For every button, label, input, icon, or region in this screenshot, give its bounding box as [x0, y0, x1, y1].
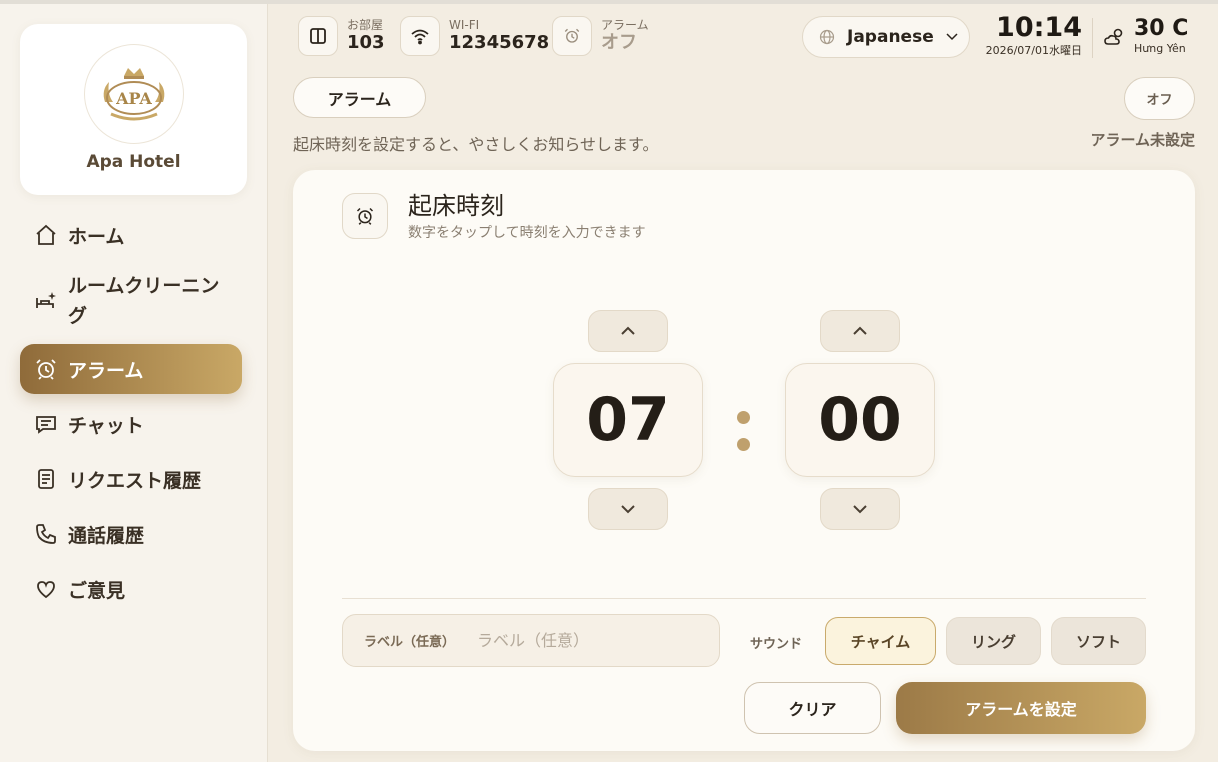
globe-icon: [819, 29, 835, 45]
clock: 10:14 2026/07/01水曜日: [978, 12, 1082, 58]
room-number: 103: [347, 32, 385, 53]
language-value: Japanese: [847, 27, 934, 47]
weather-temperature: 30 C: [1134, 16, 1189, 41]
card-subtitle: 数字をタップして時刻を入力できます: [408, 225, 646, 241]
door-icon: [298, 16, 338, 56]
sound-label: サウンド: [750, 637, 803, 652]
sidebar-item-room-cleaning[interactable]: ルームクリーニング: [20, 265, 242, 337]
sidebar-item-alarm[interactable]: アラーム: [20, 344, 242, 394]
minute-decrement-button[interactable]: [820, 488, 900, 530]
hour-increment-button[interactable]: [588, 310, 668, 352]
weather-city: Hưng Yên: [1134, 42, 1186, 55]
alarm-status-text: アラーム未設定: [1090, 131, 1195, 149]
sidebar-item-label: 通話履歴: [68, 524, 145, 547]
alarm-clock-icon: [342, 193, 388, 239]
sidebar-item-feedback[interactable]: ご意見: [20, 564, 242, 614]
heart-icon: [34, 577, 58, 601]
sidebar-item-label: チャット: [68, 414, 144, 437]
alarm-info: アラーム オフ: [552, 16, 649, 56]
weather: 30 C Hưng Yên: [1104, 16, 1188, 56]
chevron-down-icon: [853, 505, 867, 514]
alarm-status: オフ: [601, 32, 637, 53]
sidebar-item-request-history[interactable]: リクエスト履歴: [20, 454, 242, 504]
alarm-card: 起床時刻 数字をタップして時刻を入力できます 07 00 ラベル（任意） サウン…: [293, 170, 1195, 751]
chat-icon: [34, 412, 58, 436]
alarm-label-input[interactable]: [477, 631, 678, 650]
svg-text:APA: APA: [115, 89, 152, 108]
set-alarm-button[interactable]: アラームを設定: [896, 682, 1146, 734]
alarm-clock-icon: [552, 16, 592, 56]
minute-increment-button[interactable]: [820, 310, 900, 352]
time-separator-dot: [737, 438, 750, 451]
chevron-down-icon: [621, 505, 635, 514]
hotel-name: Apa Hotel: [86, 152, 181, 172]
sidebar-item-call-history[interactable]: 通話履歴: [20, 509, 242, 559]
room-info: お部屋 103: [298, 16, 385, 56]
sidebar-item-label: ホーム: [68, 225, 125, 248]
sound-option-chime[interactable]: チャイム: [825, 617, 936, 665]
clear-button[interactable]: クリア: [744, 682, 881, 734]
sidebar-item-label: アラーム: [68, 359, 144, 382]
wifi-info: WI-FI 12345678: [400, 16, 549, 56]
bed-sparkle-icon: [34, 289, 58, 313]
current-time: 10:14: [996, 12, 1082, 43]
partly-cloudy-icon: [1104, 28, 1123, 45]
hotel-logo: APA: [84, 44, 184, 144]
hour-decrement-button[interactable]: [588, 488, 668, 530]
card-divider: [342, 598, 1146, 599]
card-title: 起床時刻: [408, 192, 504, 220]
sidebar-nav: ホーム ルームクリーニング アラーム チャット リクエスト履歴 通話履歴 ご意見: [20, 210, 242, 619]
current-date: 2026/07/01水曜日: [985, 44, 1082, 57]
chevron-down-icon: [946, 33, 958, 41]
sidebar-item-label: ご意見: [68, 579, 126, 602]
alarm-label-tag: ラベル（任意）: [364, 635, 456, 650]
header-divider: [1092, 18, 1093, 58]
home-icon: [34, 223, 58, 247]
top-header: お部屋 103 WI-FI 12345678 アラーム オフ Japanese …: [268, 4, 1218, 70]
alarm-label-field[interactable]: ラベル（任意）: [342, 614, 720, 667]
hotel-logo-card: APA Apa Hotel: [20, 24, 247, 195]
language-select[interactable]: Japanese: [802, 16, 970, 58]
alarm-toggle-button[interactable]: オフ: [1124, 77, 1195, 120]
wifi-label: WI-FI: [449, 18, 480, 32]
page-description: 起床時刻を設定すると、やさしくお知らせします。: [293, 135, 659, 154]
sidebar-item-label: リクエスト履歴: [68, 469, 202, 492]
wifi-icon: [400, 16, 440, 56]
alarm-label: アラーム: [601, 18, 649, 32]
time-separator-dot: [737, 411, 750, 424]
sidebar-item-label: ルームクリーニング: [68, 275, 220, 327]
sound-option-ring[interactable]: リング: [946, 617, 1041, 665]
wifi-password: 12345678: [449, 32, 550, 53]
room-label: お部屋: [347, 18, 384, 32]
phone-icon: [34, 522, 58, 546]
sound-option-soft[interactable]: ソフト: [1051, 617, 1146, 665]
chevron-up-icon: [853, 326, 867, 335]
page-tab-alarm[interactable]: アラーム: [293, 77, 426, 118]
alarm-clock-icon: [34, 357, 58, 381]
minute-display[interactable]: 00: [785, 363, 935, 477]
document-icon: [34, 467, 58, 491]
chevron-up-icon: [621, 326, 635, 335]
sidebar: APA Apa Hotel ホーム ルームクリーニング アラーム チャット リク…: [0, 4, 268, 762]
sidebar-item-home[interactable]: ホーム: [20, 210, 242, 260]
sidebar-item-chat[interactable]: チャット: [20, 399, 242, 449]
hour-display[interactable]: 07: [553, 363, 703, 477]
hotel-crest-icon: APA: [103, 68, 165, 121]
